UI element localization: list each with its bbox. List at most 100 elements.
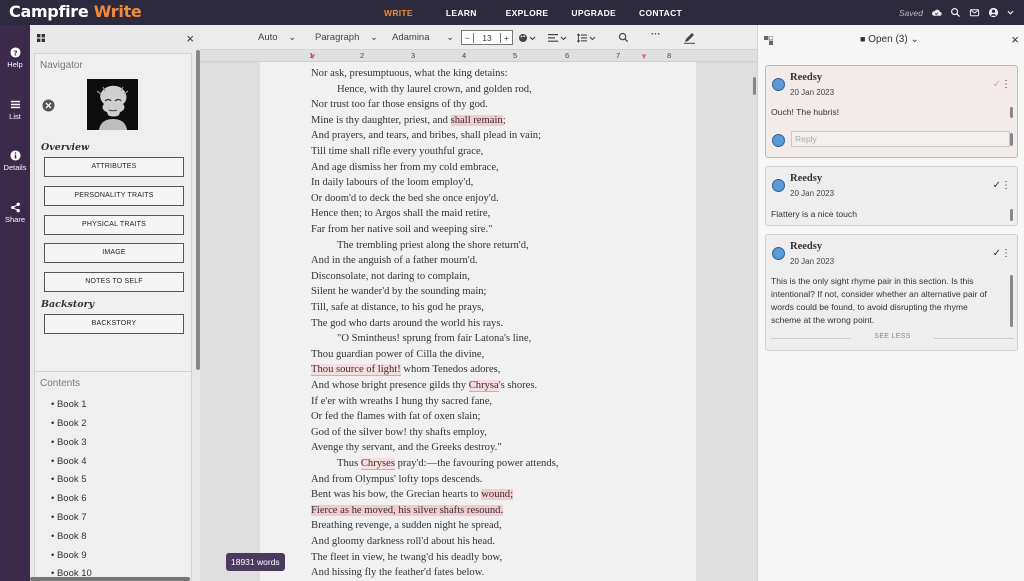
book-label: Book 4 xyxy=(56,456,87,467)
text-line: Thou guardian power of Cilla the divine, xyxy=(311,349,485,360)
resolve-check-icon[interactable]: ✓ xyxy=(993,79,1001,90)
account-icon[interactable] xyxy=(988,7,999,18)
chevron-down-icon: ⌄ xyxy=(288,32,297,43)
font-size-input[interactable]: 13 xyxy=(474,33,500,43)
more-options-icon[interactable]: ··· xyxy=(651,29,661,40)
text-line: Avenge thy servant, and the Greeks destr… xyxy=(311,442,502,453)
comment-highlight[interactable]: Chrysa xyxy=(468,380,499,392)
comment-author: Reedsy xyxy=(790,72,823,83)
book-item[interactable]: • Book 1 xyxy=(51,399,87,410)
text-line: Till, safe at distance, to his god he pr… xyxy=(311,302,484,313)
comment-scrollbar[interactable] xyxy=(1010,209,1013,221)
comment-author: Reedsy xyxy=(790,241,823,252)
chevron-down-icon[interactable] xyxy=(1007,9,1014,16)
book-item[interactable]: • Book 9 xyxy=(51,550,87,561)
personality-traits-button[interactable]: PERSONALITY TRAITS xyxy=(44,186,184,206)
backstory-button[interactable]: BACKSTORY xyxy=(44,314,184,334)
nav-contact[interactable]: CONTACT xyxy=(639,8,682,18)
resolve-check-icon[interactable]: ✓ xyxy=(993,248,1001,259)
grid-icon[interactable] xyxy=(37,34,45,42)
remove-image-icon[interactable] xyxy=(42,99,55,112)
physical-traits-button[interactable]: PHYSICAL TRAITS xyxy=(44,215,184,235)
more-options-icon[interactable]: ⋮ xyxy=(1001,248,1011,259)
comment-text: Ouch! The hubris! xyxy=(771,107,840,117)
book-item[interactable]: • Book 3 xyxy=(51,437,87,448)
see-less-button[interactable]: SEE LESS xyxy=(766,333,1019,340)
more-options-icon[interactable]: ⋮ xyxy=(1001,79,1011,90)
right-indent-marker-icon[interactable]: ▼ xyxy=(640,52,648,61)
notes-to-self-button[interactable]: NOTES TO SELF xyxy=(44,272,184,292)
comment-author: Reedsy xyxy=(790,173,823,184)
book-item[interactable]: • Book 2 xyxy=(51,418,87,429)
nav-upgrade[interactable]: UPGRADE xyxy=(571,8,616,18)
rail-share[interactable]: Share xyxy=(0,202,30,224)
comment-text: This is the only sight rhyme pair in thi… xyxy=(771,276,974,286)
image-button[interactable]: IMAGE xyxy=(44,243,184,263)
contents-card: Contents • Book 1 • Book 2 • Book 3 • Bo… xyxy=(34,371,192,581)
auto-select[interactable]: Auto ⌄ xyxy=(258,32,296,43)
reply-scrollbar[interactable] xyxy=(1010,133,1013,146)
pen-edit-icon[interactable] xyxy=(683,31,696,44)
collapse-panel-icon[interactable] xyxy=(764,36,773,45)
paragraph-select[interactable]: Paragraph ⌄ xyxy=(315,32,378,43)
book-item[interactable]: • Book 5 xyxy=(51,474,87,485)
book-label: Book 3 xyxy=(56,437,87,448)
comment-highlight[interactable]: shall remain xyxy=(450,115,503,126)
book-label: Book 6 xyxy=(56,493,87,504)
line-spacing-icon[interactable] xyxy=(577,33,597,43)
palette-icon[interactable] xyxy=(518,33,536,43)
font-select[interactable]: Adamina ⌄ xyxy=(392,32,454,43)
search-icon[interactable] xyxy=(618,32,629,43)
comment-text: Flattery is a nice touch xyxy=(771,209,857,219)
comment-scrollbar[interactable] xyxy=(1010,275,1013,327)
text-line: Hence then; to Argos shall the maid reti… xyxy=(311,208,491,219)
navigator-title: Navigator xyxy=(40,60,83,71)
close-sidebar-icon[interactable]: × xyxy=(186,31,194,46)
font-size-decrease-button[interactable]: − xyxy=(462,32,474,43)
overview-heading: Overview xyxy=(41,142,90,153)
comments-filter-label: Open (3) xyxy=(868,34,908,45)
logo-accent-text: Write xyxy=(93,2,142,21)
nav-write[interactable]: WRITE xyxy=(384,8,413,18)
mail-icon[interactable] xyxy=(969,7,980,18)
book-item[interactable]: • Book 8 xyxy=(51,531,87,542)
auto-select-value: Auto xyxy=(258,32,278,43)
top-right-tools: Saved xyxy=(899,0,1014,25)
align-icon[interactable] xyxy=(548,33,568,43)
book-item[interactable]: • Book 4 xyxy=(51,456,87,467)
text-line: The fleet in view, he twang'd his deadly… xyxy=(311,552,503,563)
character-portrait[interactable] xyxy=(87,79,138,130)
comment-card[interactable]: Reedsy 20 Jan 2023 ✓ ⋮ Ouch! The hubris!… xyxy=(765,65,1018,158)
navigator-sidebar: × Navigator Overview ATTRIBUTES PERSONAL… xyxy=(30,25,200,581)
comment-highlight[interactable]: wound; xyxy=(481,489,514,500)
nav-explore[interactable]: EXPLORE xyxy=(506,8,549,18)
comment-highlight[interactable]: Thou source of light! xyxy=(311,364,401,376)
ruler: ▼ ▼ 1 2 3 4 5 6 7 8 xyxy=(200,50,757,62)
app-logo[interactable]: Campfire Write xyxy=(9,2,142,21)
resolve-check-icon[interactable]: ✓ xyxy=(993,180,1001,191)
text-line: And age dismiss her from my cold embrace… xyxy=(311,162,499,173)
comments-filter-dropdown[interactable]: ■ Open (3) ⌄ xyxy=(860,34,919,45)
search-icon[interactable] xyxy=(950,7,961,18)
sidebar-horizontal-scrollbar[interactable] xyxy=(30,577,190,581)
text-line: Far from her native soil and weeping sir… xyxy=(311,224,493,235)
comment-card[interactable]: Reedsy 20 Jan 2023 ✓ ⋮ This is the only … xyxy=(765,234,1018,351)
comment-highlight[interactable]: Fierce as he moved, his silver shafts re… xyxy=(311,505,504,516)
book-item[interactable]: • Book 6 xyxy=(51,493,87,504)
comment-highlight[interactable]: Chryses xyxy=(360,458,395,470)
more-options-icon[interactable]: ⋮ xyxy=(1001,180,1011,191)
font-size-increase-button[interactable]: + xyxy=(500,32,512,43)
comment-card[interactable]: Reedsy 20 Jan 2023 ✓ ⋮ Flattery is a nic… xyxy=(765,166,1018,226)
nav-learn[interactable]: LEARN xyxy=(446,8,477,18)
rail-help[interactable]: ? Help xyxy=(0,47,30,69)
rail-details[interactable]: Details xyxy=(0,150,30,172)
document-page[interactable]: Nor ask, presumptuous, what the king det… xyxy=(260,62,696,581)
book-item[interactable]: • Book 7 xyxy=(51,512,87,523)
close-comments-icon[interactable]: × xyxy=(1011,32,1019,47)
rail-help-label: Help xyxy=(7,60,23,69)
reply-input[interactable]: Reply xyxy=(791,131,1010,147)
editor-scrollbar[interactable] xyxy=(753,77,756,95)
comment-scrollbar[interactable] xyxy=(1010,107,1013,118)
rail-list[interactable]: List xyxy=(0,99,30,121)
attributes-button[interactable]: ATTRIBUTES xyxy=(44,157,184,177)
